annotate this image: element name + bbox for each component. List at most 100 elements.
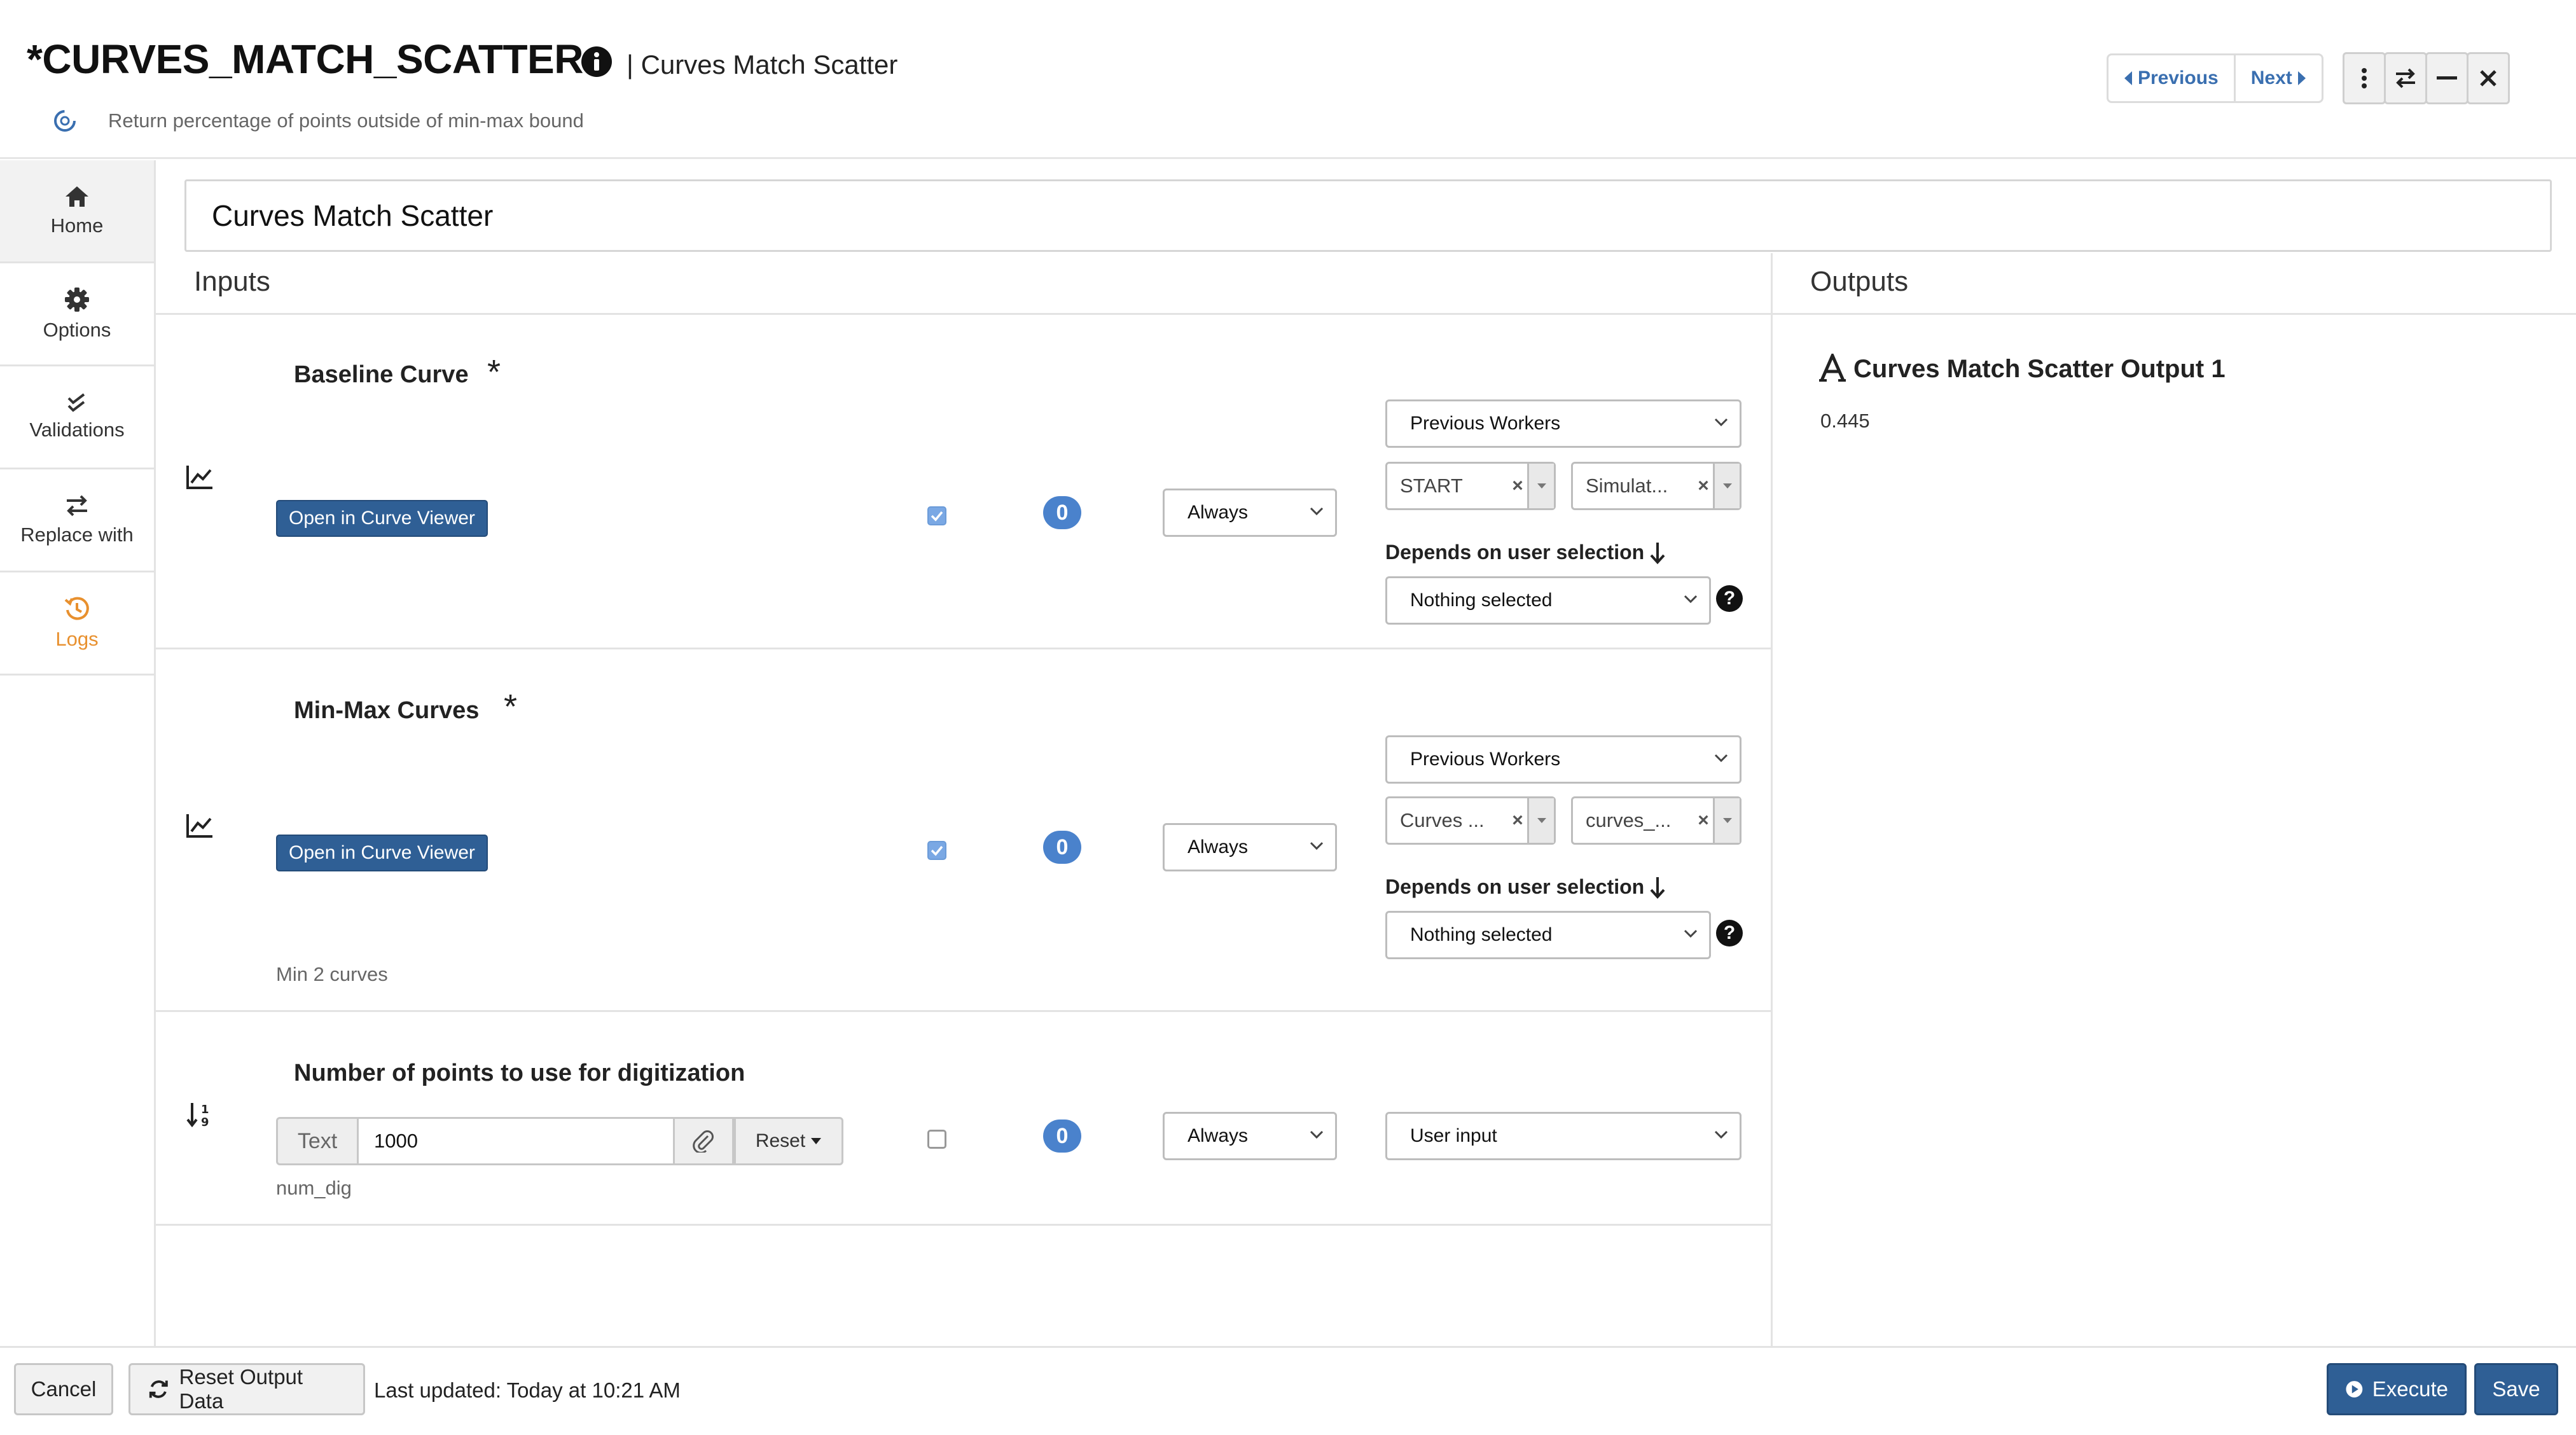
when-select[interactable]: Always <box>1163 1112 1337 1160</box>
attach-button[interactable] <box>673 1117 734 1165</box>
refresh-icon <box>149 1380 168 1398</box>
open-curve-viewer-button[interactable]: Open in Curve Viewer <box>276 500 488 537</box>
when-select[interactable]: Always <box>1163 823 1337 871</box>
when-select[interactable]: Always <box>1163 489 1337 537</box>
chevron-down-icon <box>1310 1130 1324 1139</box>
clear-tag-icon[interactable]: × <box>1508 475 1527 497</box>
info-icon[interactable] <box>581 46 613 78</box>
output-tag-select[interactable]: Simulat... × <box>1571 462 1742 510</box>
page-subtitle: | Curves Match Scatter <box>627 50 898 80</box>
tag-dropdown-button[interactable] <box>1527 464 1554 508</box>
sidebar-item-label: Home <box>50 214 104 237</box>
play-circle-icon <box>2346 1381 2363 1397</box>
depends-label: Depends on user selection <box>1385 541 1666 564</box>
execute-label: Execute <box>2372 1377 2448 1401</box>
header: *CURVES_MATCH_SCATTER | Curves Match Sca… <box>0 0 2576 159</box>
enable-checkbox[interactable] <box>927 506 946 525</box>
more-options-button[interactable] <box>2343 52 2386 104</box>
page-title: *CURVES_MATCH_SCATTER <box>27 36 583 82</box>
worker-logo-icon <box>52 108 78 134</box>
when-select-value: Always <box>1188 502 1249 523</box>
svg-text:1: 1 <box>201 1103 209 1116</box>
check-icon <box>931 511 943 522</box>
svg-text:9: 9 <box>201 1116 209 1127</box>
source-select-value: Previous Workers <box>1410 413 1561 434</box>
caret-down-icon <box>1722 483 1732 489</box>
window-tools <box>2343 52 2510 104</box>
cancel-button[interactable]: Cancel <box>14 1363 113 1415</box>
chevron-down-icon <box>1714 754 1728 763</box>
arrow-down-icon <box>1650 877 1665 899</box>
help-icon[interactable]: ? <box>1716 585 1743 612</box>
worker-name-input[interactable]: Curves Match Scatter <box>184 179 2552 252</box>
chevron-down-icon <box>1684 595 1698 604</box>
previous-label: Previous <box>2138 67 2219 88</box>
header-divider <box>156 313 2576 315</box>
input-hint: Min 2 curves <box>276 963 388 985</box>
gear-icon <box>65 287 89 312</box>
clear-tag-icon[interactable]: × <box>1694 475 1713 497</box>
sidebar-item-validations[interactable]: Validations <box>0 366 154 469</box>
reset-dropdown-button[interactable]: Reset <box>734 1117 843 1165</box>
reset-label: Reset <box>755 1130 806 1151</box>
when-select-value: Always <box>1188 836 1249 857</box>
num-points-input-group: Text 1000 Reset <box>276 1117 843 1165</box>
enable-checkbox[interactable] <box>927 841 946 860</box>
sidebar-item-replace[interactable]: Replace with <box>0 469 154 572</box>
sidebar-item-options[interactable]: Options <box>0 263 154 366</box>
open-curve-viewer-button[interactable]: Open in Curve Viewer <box>276 835 488 871</box>
previous-button[interactable]: Previous <box>2109 55 2234 101</box>
clear-tag-icon[interactable]: × <box>1508 810 1527 831</box>
swap-button[interactable] <box>2384 52 2427 104</box>
depends-select[interactable]: Nothing selected <box>1385 911 1711 959</box>
last-updated-text: Last updated: Today at 10:21 AM <box>374 1378 681 1402</box>
chevron-down-icon <box>1714 1130 1728 1139</box>
close-button[interactable] <box>2467 52 2510 104</box>
count-badge: 0 <box>1043 1120 1081 1153</box>
source-select[interactable]: Previous Workers <box>1385 399 1742 448</box>
depends-label-text: Depends on user selection <box>1385 875 1645 898</box>
minimize-icon <box>2437 76 2457 80</box>
input-label: Baseline Curve <box>294 361 469 388</box>
source-select[interactable]: User input <box>1385 1112 1742 1160</box>
tag-dropdown-button[interactable] <box>1713 464 1740 508</box>
row-divider <box>156 648 1771 649</box>
arrow-down-icon <box>1650 542 1665 564</box>
output-value: 0.445 <box>1820 410 1870 432</box>
required-marker: * <box>504 688 518 726</box>
minimize-button[interactable] <box>2425 52 2469 104</box>
input-label: Min-Max Curves <box>294 697 480 724</box>
source-tag-select[interactable]: Curves ... × <box>1385 796 1556 845</box>
save-button[interactable]: Save <box>2474 1363 2558 1415</box>
caret-down-icon <box>1722 818 1732 823</box>
output-tag-select[interactable]: curves_... × <box>1571 796 1742 845</box>
num-points-input[interactable]: 1000 <box>359 1117 673 1165</box>
source-tag-select[interactable]: START × <box>1385 462 1556 510</box>
close-icon <box>2480 70 2496 87</box>
prev-next-group: Previous Next <box>2107 53 2323 103</box>
worker-description: Return percentage of points outside of m… <box>108 109 584 132</box>
execute-button[interactable]: Execute <box>2327 1363 2467 1415</box>
sidebar-item-label: Logs <box>55 627 99 650</box>
enable-checkbox[interactable] <box>927 1130 946 1149</box>
depends-select[interactable]: Nothing selected <box>1385 576 1711 625</box>
line-chart-icon <box>186 466 212 489</box>
swap-icon <box>67 495 87 516</box>
input-hint: num_dig <box>276 1177 352 1199</box>
reset-output-button[interactable]: Reset Output Data <box>128 1363 365 1415</box>
swap-icon <box>2396 68 2415 88</box>
depends-select-value: Nothing selected <box>1410 590 1553 611</box>
sidebar-item-logs[interactable]: Logs <box>0 572 154 676</box>
source-select[interactable]: Previous Workers <box>1385 735 1742 784</box>
next-button[interactable]: Next <box>2233 55 2322 101</box>
tag-dropdown-button[interactable] <box>1527 798 1554 843</box>
text-type-icon <box>1819 354 1846 382</box>
clear-tag-icon[interactable]: × <box>1694 810 1713 831</box>
sidebar-item-home[interactable]: Home <box>0 160 154 263</box>
next-label: Next <box>2250 67 2292 88</box>
help-icon[interactable]: ? <box>1716 920 1743 946</box>
vertical-dots-icon <box>2362 68 2367 88</box>
depends-label-text: Depends on user selection <box>1385 541 1645 564</box>
caret-left-icon <box>2124 71 2132 85</box>
tag-dropdown-button[interactable] <box>1713 798 1740 843</box>
